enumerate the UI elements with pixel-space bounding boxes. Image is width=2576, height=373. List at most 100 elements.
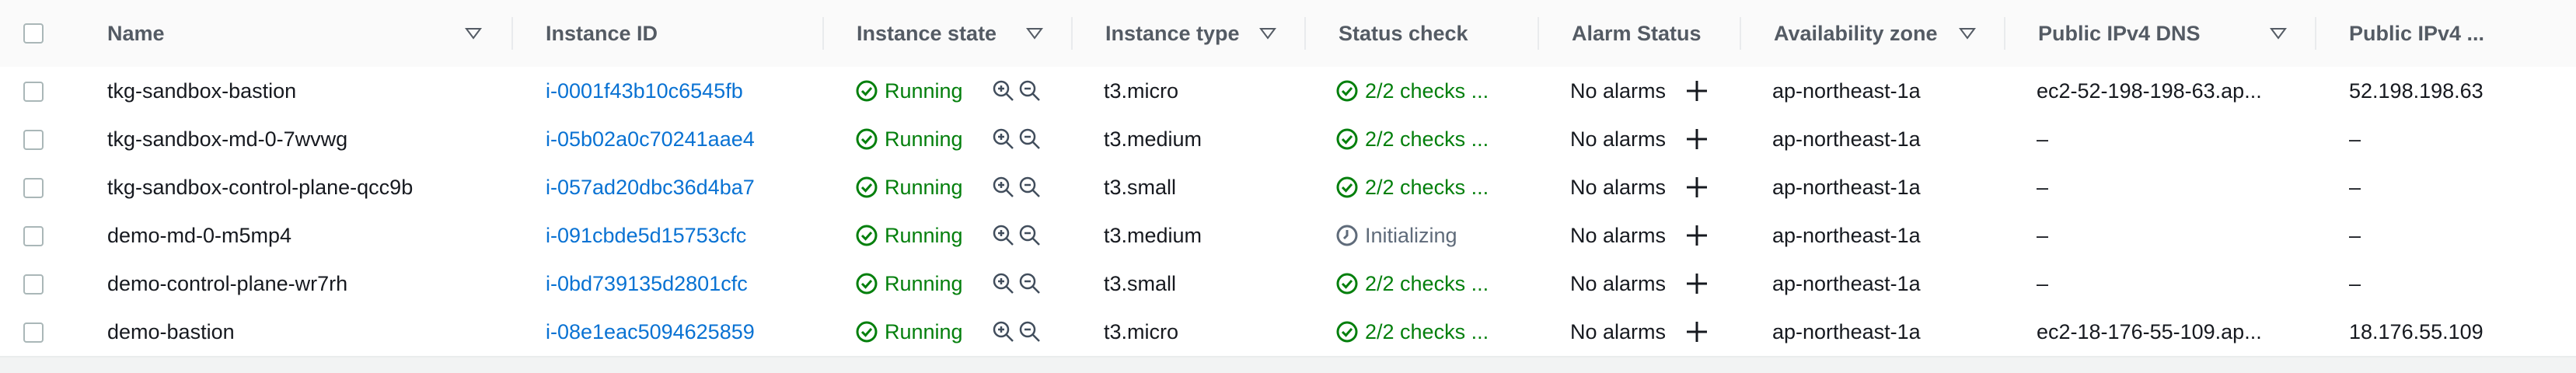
zoom-controls — [991, 127, 1042, 152]
column-header-availability-zone[interactable]: Availability zone — [1741, 0, 2005, 67]
status-check-label: Initializing — [1365, 223, 1457, 247]
status-check-label: 2/2 checks ... — [1365, 175, 1489, 199]
zoom-out-icon[interactable] — [1017, 319, 1042, 344]
add-alarm-icon[interactable] — [1684, 222, 1710, 249]
public-ipv4: – — [2349, 223, 2361, 247]
instance-state: Running — [855, 163, 987, 211]
zoom-out-icon[interactable] — [1017, 127, 1042, 152]
sort-down-icon[interactable] — [1959, 27, 1976, 40]
instance-state-label: Running — [885, 271, 963, 295]
column-label-public-ipv4-dns: Public IPv4 DNS — [2038, 21, 2201, 45]
public-ipv4-dns: ec2-52-198-198-63.ap... — [2037, 78, 2262, 103]
select-all-checkbox[interactable] — [23, 23, 44, 44]
add-alarm-icon[interactable] — [1684, 270, 1710, 297]
instance-id-link[interactable]: i-057ad20dbc36d4ba7 — [546, 163, 818, 211]
column-header-alarm-status[interactable]: Alarm Status — [1539, 0, 1741, 67]
availability-zone: ap-northeast-1a — [1772, 127, 1921, 151]
instance-type: t3.micro — [1104, 319, 1179, 343]
zoom-out-icon[interactable] — [1017, 175, 1042, 200]
instance-name: demo-md-0-m5mp4 — [107, 223, 292, 247]
public-ipv4: 52.198.198.63 — [2349, 78, 2484, 103]
row-checkbox[interactable] — [23, 322, 44, 343]
add-alarm-icon[interactable] — [1684, 78, 1710, 104]
column-header-instance-type[interactable]: Instance type — [1073, 0, 1306, 67]
column-label-instance-state: Instance state — [857, 21, 997, 45]
status-check-label: 2/2 checks ... — [1365, 319, 1489, 343]
status-check[interactable]: 2/2 checks ... — [1335, 115, 1538, 163]
status-check-label: 2/2 checks ... — [1365, 78, 1489, 103]
zoom-controls — [991, 271, 1042, 296]
zoom-controls — [991, 175, 1042, 200]
public-ipv4-dns: – — [2037, 271, 2049, 295]
table-row[interactable]: tkg-sandbox-control-plane-qcc9b i-057ad2… — [0, 163, 2576, 213]
instance-type: t3.medium — [1104, 127, 1202, 151]
zoom-in-icon[interactable] — [991, 175, 1016, 200]
alarm-status: No alarms — [1570, 223, 1667, 247]
row-checkbox[interactable] — [23, 130, 44, 150]
status-check[interactable]: 2/2 checks ... — [1335, 308, 1538, 356]
column-header-status-check[interactable]: Status check — [1306, 0, 1539, 67]
status-check[interactable]: 2/2 checks ... — [1335, 163, 1538, 211]
zoom-in-icon[interactable] — [991, 127, 1016, 152]
column-label-instance-type: Instance type — [1105, 21, 1240, 45]
status-check[interactable]: Initializing — [1335, 211, 1538, 260]
zoom-out-icon[interactable] — [1017, 78, 1042, 103]
instance-state-label: Running — [885, 175, 963, 199]
instance-name: tkg-sandbox-md-0-7wvwg — [107, 127, 348, 151]
instance-id-link[interactable]: i-08e1eac5094625859 — [546, 308, 818, 356]
row-checkbox[interactable] — [23, 82, 44, 102]
zoom-in-icon[interactable] — [991, 271, 1016, 296]
sort-down-icon[interactable] — [1259, 27, 1276, 40]
zoom-in-icon[interactable] — [991, 78, 1016, 103]
add-alarm-icon[interactable] — [1684, 126, 1710, 152]
column-label-instance-id: Instance ID — [546, 21, 658, 45]
instance-type: t3.small — [1104, 175, 1177, 199]
column-header-public-ipv4-dns[interactable]: Public IPv4 DNS — [2005, 0, 2316, 67]
table-row[interactable]: demo-control-plane-wr7rh i-0bd739135d280… — [0, 260, 2576, 309]
instance-state-label: Running — [885, 319, 963, 343]
add-alarm-icon[interactable] — [1684, 319, 1710, 345]
public-ipv4: 18.176.55.109 — [2349, 319, 2484, 343]
status-check[interactable]: 2/2 checks ... — [1335, 67, 1538, 115]
instance-state: Running — [855, 115, 987, 163]
zoom-in-icon[interactable] — [991, 223, 1016, 248]
check-circle-icon — [1336, 128, 1358, 150]
public-ipv4-dns: – — [2037, 223, 2049, 247]
instance-id-link[interactable]: i-0001f43b10c6545fb — [546, 67, 818, 115]
status-check[interactable]: 2/2 checks ... — [1335, 260, 1538, 308]
check-circle-icon — [1336, 273, 1358, 295]
check-circle-icon — [856, 128, 878, 150]
sort-down-icon[interactable] — [465, 27, 482, 40]
public-ipv4-dns: – — [2037, 175, 2049, 199]
public-ipv4: – — [2349, 271, 2361, 295]
row-checkbox[interactable] — [23, 226, 44, 246]
table-row[interactable]: demo-bastion i-08e1eac5094625859 Running… — [0, 308, 2576, 357]
sort-down-icon[interactable] — [1026, 27, 1043, 40]
column-label-name: Name — [107, 21, 165, 45]
column-header-public-ipv4[interactable]: Public IPv4 ... — [2316, 0, 2576, 67]
instance-id-link[interactable]: i-091cbde5d15753cfc — [546, 211, 818, 260]
instance-state-label: Running — [885, 223, 963, 247]
zoom-in-icon[interactable] — [991, 319, 1016, 344]
column-header-name[interactable]: Name — [78, 0, 513, 67]
check-circle-icon — [1336, 176, 1358, 198]
table-row[interactable]: demo-md-0-m5mp4 i-091cbde5d15753cfc Runn… — [0, 211, 2576, 261]
zoom-out-icon[interactable] — [1017, 223, 1042, 248]
availability-zone: ap-northeast-1a — [1772, 175, 1921, 199]
instance-id-link[interactable]: i-05b02a0c70241aae4 — [546, 115, 818, 163]
row-checkbox[interactable] — [23, 178, 44, 198]
column-header-instance-id[interactable]: Instance ID — [513, 0, 824, 67]
row-checkbox[interactable] — [23, 274, 44, 295]
table-row[interactable]: tkg-sandbox-md-0-7wvwg i-05b02a0c70241aa… — [0, 115, 2576, 165]
column-header-instance-state[interactable]: Instance state — [824, 0, 1073, 67]
sort-down-icon[interactable] — [2270, 27, 2287, 40]
zoom-controls — [991, 319, 1042, 344]
availability-zone: ap-northeast-1a — [1772, 319, 1921, 343]
zoom-out-icon[interactable] — [1017, 271, 1042, 296]
check-circle-icon — [1336, 321, 1358, 343]
instance-id-link[interactable]: i-0bd739135d2801cfc — [546, 260, 818, 308]
zoom-controls — [991, 223, 1042, 248]
add-alarm-icon[interactable] — [1684, 174, 1710, 200]
table-row[interactable]: tkg-sandbox-bastion i-0001f43b10c6545fb … — [0, 67, 2576, 117]
column-label-public-ipv4: Public IPv4 ... — [2349, 21, 2485, 45]
